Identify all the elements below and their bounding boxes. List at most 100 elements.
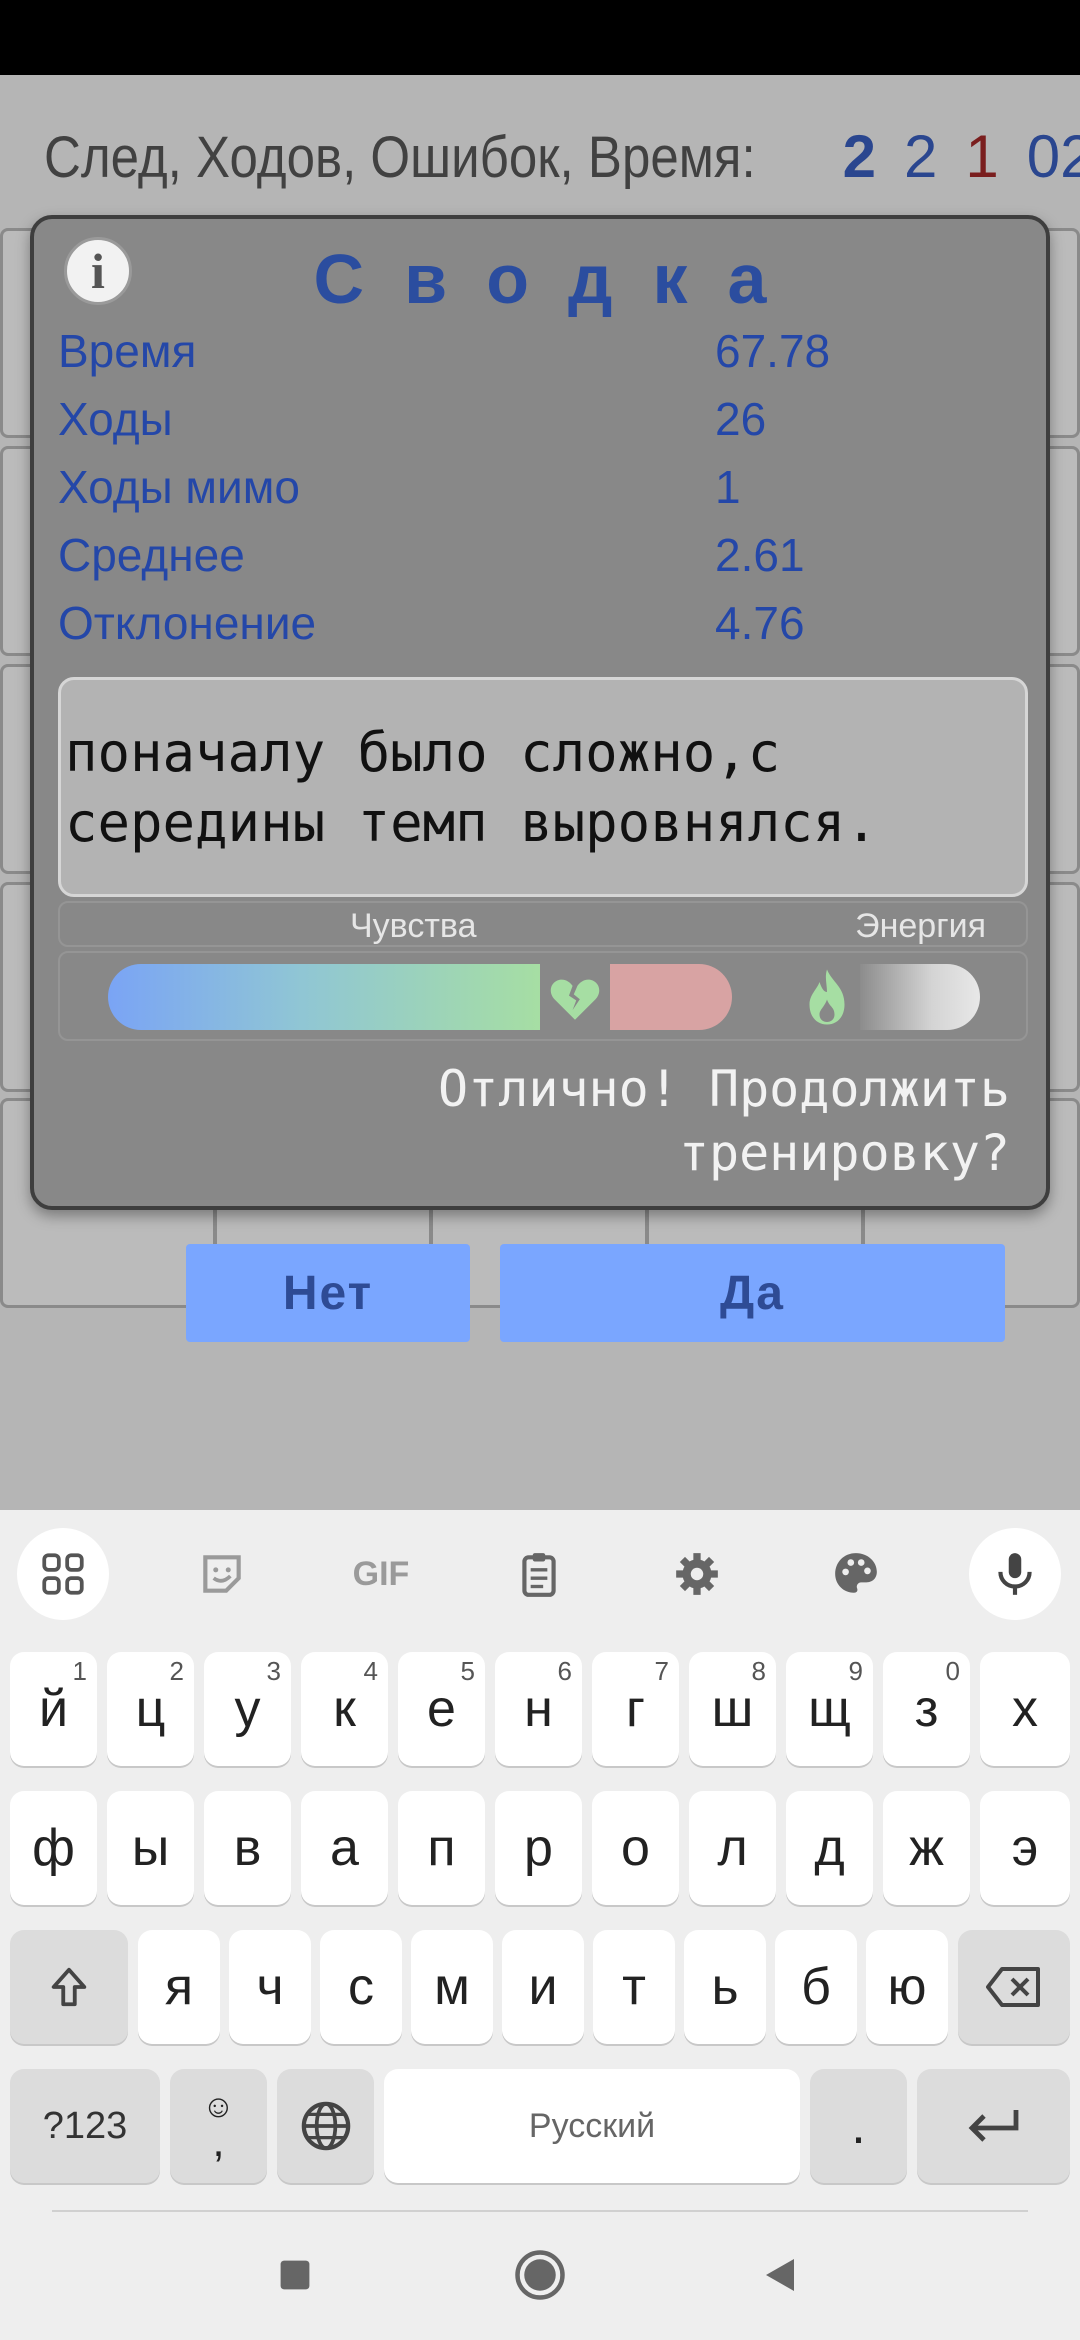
key-label: ц — [135, 1680, 166, 1738]
key-hint: 5 — [460, 1656, 475, 1686]
comma-emoji-key[interactable]: ☺ , — [170, 2069, 267, 2183]
palette-icon[interactable] — [810, 1528, 902, 1620]
stat-value: 4.76 — [715, 597, 805, 649]
stat-value: 26 — [715, 393, 767, 445]
enter-arrow-icon — [968, 2110, 1018, 2142]
key-р[interactable]: р — [495, 1791, 582, 1905]
stat-row: Отклонение 4.76 — [58, 589, 1018, 657]
key-label: н — [524, 1680, 553, 1738]
key-й[interactable]: й1 — [10, 1652, 97, 1766]
key-hint: 2 — [169, 1656, 184, 1686]
broken-heart-icon[interactable] — [546, 969, 604, 1027]
shift-key[interactable] — [10, 1930, 128, 2044]
feelings-slider-track[interactable] — [610, 964, 732, 1030]
symbols-key[interactable]: ?123 — [10, 2069, 160, 2183]
feelings-slider[interactable] — [108, 964, 540, 1030]
key-э[interactable]: э — [980, 1791, 1070, 1905]
sticker-icon[interactable] — [176, 1528, 268, 1620]
key-а[interactable]: а — [301, 1791, 388, 1905]
key-ы[interactable]: ы — [107, 1791, 194, 1905]
comment-line: середины темп выровнялся. — [65, 791, 878, 854]
key-о[interactable]: о — [592, 1791, 679, 1905]
key-у[interactable]: у3 — [204, 1652, 291, 1766]
key-hint: 3 — [266, 1656, 281, 1686]
key-с[interactable]: с — [320, 1930, 402, 2044]
key-ч[interactable]: ч — [229, 1930, 311, 2044]
no-button[interactable]: Нет — [186, 1244, 470, 1342]
key-б[interactable]: б — [775, 1930, 857, 2044]
key-ш[interactable]: ш8 — [689, 1652, 776, 1766]
key-д[interactable]: д — [786, 1791, 873, 1905]
key-в[interactable]: в — [204, 1791, 291, 1905]
status-bar — [0, 0, 1080, 75]
key-ь[interactable]: ь — [684, 1930, 766, 2044]
key-х[interactable]: х — [980, 1652, 1070, 1766]
key-т[interactable]: т — [593, 1930, 675, 2044]
apps-grid-icon[interactable] — [17, 1528, 109, 1620]
key-н[interactable]: н6 — [495, 1652, 582, 1766]
dialog-title: Сводка — [313, 240, 807, 318]
yes-button[interactable]: Да — [500, 1244, 1005, 1342]
energy-slider[interactable] — [860, 964, 980, 1030]
key-label: з — [914, 1680, 939, 1738]
gif-button[interactable]: GIF — [335, 1528, 427, 1620]
mood-sliders — [58, 951, 1028, 1041]
clipboard-icon[interactable] — [493, 1528, 585, 1620]
key-я[interactable]: я — [138, 1930, 220, 2044]
space-key[interactable]: Русский — [384, 2069, 800, 2183]
comma-label: , — [212, 2117, 225, 2166]
key-hint: 8 — [751, 1656, 766, 1686]
key-л[interactable]: л — [689, 1791, 776, 1905]
fire-icon — [809, 969, 845, 1025]
settings-gear-icon[interactable] — [651, 1528, 743, 1620]
square-icon — [280, 2260, 310, 2290]
back-button[interactable] — [745, 2240, 815, 2310]
recents-button[interactable] — [260, 2240, 330, 2310]
key-label: х — [1012, 1680, 1038, 1738]
globe-icon — [301, 2101, 350, 2151]
summary-dialog: i Сводка Время 67.78 Ходы 26 Ходы мимо 1… — [30, 215, 1050, 1210]
home-button[interactable] — [505, 2240, 575, 2310]
key-е[interactable]: е5 — [398, 1652, 485, 1766]
key-ф[interactable]: ф — [10, 1791, 97, 1905]
key-label: ш — [711, 1680, 754, 1738]
key-щ[interactable]: щ9 — [786, 1652, 873, 1766]
mood-labels: Чувства Энергия — [58, 901, 1028, 947]
circle-home-icon — [515, 2250, 565, 2300]
stat-name: Время — [58, 325, 197, 377]
key-label: й — [38, 1680, 69, 1738]
language-key[interactable] — [277, 2069, 374, 2183]
key-hint: 1 — [72, 1656, 87, 1686]
feelings-label: Чувства — [350, 907, 477, 945]
enter-key[interactable] — [917, 2069, 1070, 2183]
stat-value: 2.61 — [715, 529, 805, 581]
key-ю[interactable]: ю — [866, 1930, 948, 2044]
backspace-icon — [986, 1967, 1040, 2007]
stats-list: Время 67.78 Ходы 26 Ходы мимо 1 Среднее … — [58, 317, 1018, 657]
key-ж[interactable]: ж — [883, 1791, 970, 1905]
backspace-key[interactable] — [958, 1930, 1070, 2044]
key-з[interactable]: з0 — [883, 1652, 970, 1766]
keyboard-toolbar: GIF — [0, 1510, 1080, 1630]
stat-row: Среднее 2.61 — [58, 521, 1018, 589]
key-и[interactable]: и — [502, 1930, 584, 2044]
gif-label: GIF — [352, 1554, 410, 1593]
stat-row: Ходы 26 — [58, 385, 1018, 453]
continue-question: Отлично! Продолжить тренировку? — [438, 1057, 1010, 1185]
question-line: тренировку? — [678, 1124, 1010, 1182]
key-hint: 7 — [654, 1656, 669, 1686]
key-ц[interactable]: ц2 — [107, 1652, 194, 1766]
period-key[interactable]: . — [810, 2069, 907, 2183]
stat-name: Отклонение — [58, 597, 317, 649]
comment-input[interactable]: поначалу было сложно,с середины темп выр… — [58, 677, 1028, 897]
stat-name: Ходы — [58, 393, 173, 445]
key-label: у — [234, 1680, 261, 1738]
question-line: Отлично! Продолжить — [438, 1060, 1010, 1118]
key-к[interactable]: к4 — [301, 1652, 388, 1766]
key-м[interactable]: м — [411, 1930, 493, 2044]
triangle-back-icon — [766, 2259, 794, 2291]
microphone-icon[interactable] — [969, 1528, 1061, 1620]
key-г[interactable]: г7 — [592, 1652, 679, 1766]
key-п[interactable]: п — [398, 1791, 485, 1905]
comment-line: поначалу было сложно,с — [65, 721, 781, 784]
